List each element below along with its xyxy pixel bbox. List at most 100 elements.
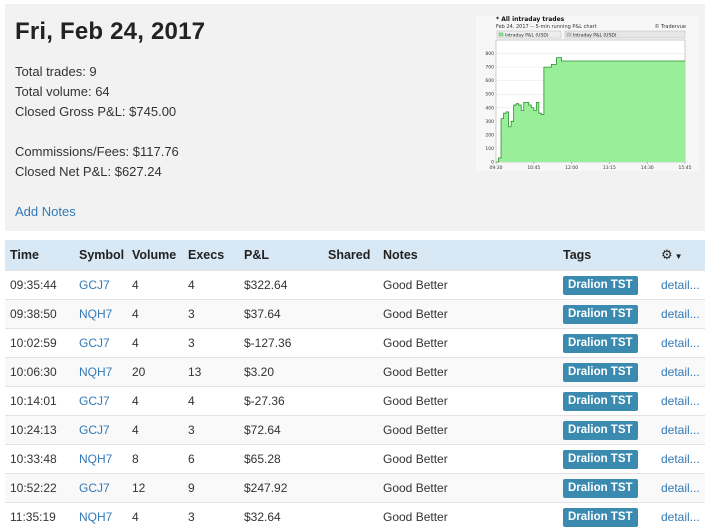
detail-link[interactable]: detail...	[661, 423, 700, 437]
trade-symbol[interactable]: GCJ7	[74, 328, 127, 358]
col-shared[interactable]: Shared	[323, 240, 378, 271]
symbol-link[interactable]: GCJ7	[79, 481, 110, 495]
table-row[interactable]: 10:33:48 NQH7 8 6 $65.28 Good Better Dralion T…	[5, 444, 705, 474]
trade-shared	[323, 299, 378, 329]
trade-symbol[interactable]: NQH7	[74, 357, 127, 387]
table-row[interactable]: 09:35:44 GCJ7 4 4 $322.64 Good Better Dralion …	[5, 270, 705, 300]
tag-badge[interactable]: Dralion TST	[563, 304, 638, 324]
day-summary-panel: Fri, Feb 24, 2017 Total trades: 9 Total …	[5, 4, 705, 231]
detail-link[interactable]: detail...	[661, 365, 700, 379]
x-tick-label: 14:30	[641, 165, 654, 171]
gear-icon[interactable]: ⚙	[661, 247, 673, 262]
trade-shared	[323, 386, 378, 416]
symbol-link[interactable]: NQH7	[79, 365, 112, 379]
trade-shared	[323, 270, 378, 300]
intraday-pnl-chart: * All intraday trades Feb 24, 2017 -- 5-…	[476, 16, 699, 171]
trade-volume: 12	[127, 473, 183, 503]
trade-execs: 9	[183, 473, 239, 503]
tag-badge[interactable]: Dralion TST	[563, 362, 638, 382]
x-tick-label: 15:45	[679, 165, 692, 171]
trade-tags: Dralion TST	[558, 502, 656, 531]
closed-net-pnl: Closed Net P&L: $627.24	[15, 164, 162, 179]
symbol-link[interactable]: NQH7	[79, 510, 112, 524]
trade-pnl: $37.64	[239, 299, 323, 329]
trade-execs: 13	[183, 357, 239, 387]
table-row[interactable]: 10:24:13 GCJ7 4 3 $72.64 Good Better Dralion T…	[5, 415, 705, 445]
pnl-chart-svg: Intraday P&L (USD) Intraday P&L (USD) 0 100…	[485, 30, 692, 171]
trade-detail[interactable]: detail...	[656, 299, 705, 329]
trade-pnl: $-127.36	[239, 328, 323, 358]
detail-link[interactable]: detail...	[661, 452, 700, 466]
tag-badge[interactable]: Dralion TST	[563, 449, 638, 469]
trade-detail[interactable]: detail...	[656, 473, 705, 503]
symbol-link[interactable]: NQH7	[79, 307, 112, 321]
trade-volume: 8	[127, 444, 183, 474]
trade-detail[interactable]: detail...	[656, 502, 705, 531]
trade-symbol[interactable]: GCJ7	[74, 415, 127, 445]
col-volume[interactable]: Volume	[127, 240, 183, 271]
legend-swatch	[566, 32, 572, 37]
trade-symbol[interactable]: NQH7	[74, 299, 127, 329]
tag-badge[interactable]: Dralion TST	[563, 333, 638, 353]
table-row[interactable]: 10:52:22 GCJ7 12 9 $247.92 Good Better Dralion…	[5, 473, 705, 503]
symbol-link[interactable]: GCJ7	[79, 423, 110, 437]
detail-link[interactable]: detail...	[661, 510, 700, 524]
trade-volume: 20	[127, 357, 183, 387]
x-tick-label: 13:15	[603, 165, 616, 171]
y-tick-label: 500	[485, 92, 494, 98]
tag-badge[interactable]: Dralion TST	[563, 275, 638, 295]
symbol-link[interactable]: NQH7	[79, 452, 112, 466]
detail-link[interactable]: detail...	[661, 307, 700, 321]
detail-link[interactable]: detail...	[661, 394, 700, 408]
trade-symbol[interactable]: NQH7	[74, 502, 127, 531]
trade-execs: 4	[183, 386, 239, 416]
col-notes[interactable]: Notes	[378, 240, 558, 271]
trade-tags: Dralion TST	[558, 299, 656, 329]
detail-link[interactable]: detail...	[661, 481, 700, 495]
trade-detail[interactable]: detail...	[656, 415, 705, 445]
tag-badge[interactable]: Dralion TST	[563, 391, 638, 411]
trade-pnl: $247.92	[239, 473, 323, 503]
detail-link[interactable]: detail...	[661, 278, 700, 292]
tag-badge[interactable]: Dralion TST	[563, 420, 638, 440]
trade-execs: 3	[183, 502, 239, 531]
trade-detail[interactable]: detail...	[656, 270, 705, 300]
tag-badge[interactable]: Dralion TST	[563, 478, 638, 498]
trade-detail[interactable]: detail...	[656, 444, 705, 474]
col-symbol[interactable]: Symbol	[74, 240, 127, 271]
trade-detail[interactable]: detail...	[656, 386, 705, 416]
col-execs[interactable]: Execs	[183, 240, 239, 271]
add-notes-link[interactable]: Add Notes	[15, 204, 76, 219]
table-row[interactable]: 10:02:59 GCJ7 4 3 $-127.36 Good Better Dralion…	[5, 328, 705, 358]
col-time[interactable]: Time	[5, 240, 74, 271]
column-settings-button[interactable]: ⚙ ▼	[656, 240, 705, 271]
y-tick-label: 400	[485, 105, 494, 111]
y-tick-label: 100	[485, 146, 494, 152]
trade-symbol[interactable]: GCJ7	[74, 386, 127, 416]
trade-time: 11:35:19	[5, 502, 74, 531]
trade-volume: 4	[127, 415, 183, 445]
table-row[interactable]: 10:06:30 NQH7 20 13 $3.20 Good Better Dralion …	[5, 357, 705, 387]
trade-shared	[323, 473, 378, 503]
trade-shared	[323, 357, 378, 387]
symbol-link[interactable]: GCJ7	[79, 336, 110, 350]
trade-detail[interactable]: detail...	[656, 357, 705, 387]
table-row[interactable]: 09:38:50 NQH7 4 3 $37.64 Good Better Dralion T…	[5, 299, 705, 329]
trade-execs: 6	[183, 444, 239, 474]
trade-symbol[interactable]: NQH7	[74, 444, 127, 474]
col-pnl[interactable]: P&L	[239, 240, 323, 271]
trade-tags: Dralion TST	[558, 328, 656, 358]
trade-symbol[interactable]: GCJ7	[74, 473, 127, 503]
tag-badge[interactable]: Dralion TST	[563, 507, 638, 527]
trade-notes: Good Better	[378, 415, 558, 445]
col-tags[interactable]: Tags	[558, 240, 656, 271]
x-tick-label: 09:30	[490, 165, 503, 171]
trade-detail[interactable]: detail...	[656, 328, 705, 358]
detail-link[interactable]: detail...	[661, 336, 700, 350]
symbol-link[interactable]: GCJ7	[79, 394, 110, 408]
symbol-link[interactable]: GCJ7	[79, 278, 110, 292]
trade-symbol[interactable]: GCJ7	[74, 270, 127, 300]
legend-label: Intraday P&L (USD)	[573, 33, 617, 39]
table-row[interactable]: 10:14:01 GCJ7 4 4 $-27.36 Good Better Dralion …	[5, 386, 705, 416]
table-row[interactable]: 11:35:19 NQH7 4 3 $32.64 Good Better Dralion T…	[5, 502, 705, 531]
